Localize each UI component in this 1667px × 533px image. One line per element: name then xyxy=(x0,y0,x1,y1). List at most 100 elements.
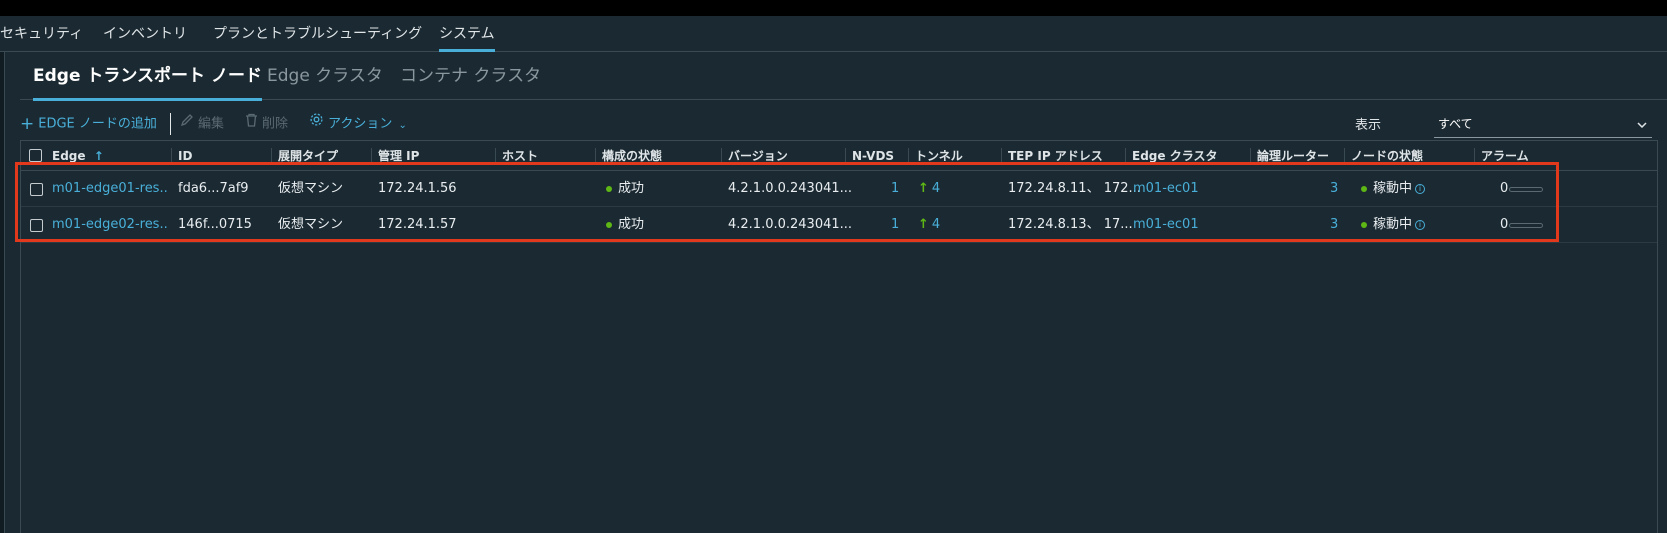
alarm-bar xyxy=(1509,223,1543,228)
edge-name-link[interactable]: m01-edge02-res... xyxy=(52,207,167,243)
main-nav: セキュリティ インベントリ プランとトラブルシューティング システム xyxy=(0,16,1667,52)
col-header-version[interactable]: バージョン xyxy=(728,141,788,171)
success-status-icon xyxy=(606,221,612,228)
tunnel-link[interactable]: ↑ 4 xyxy=(918,207,940,243)
config-state: 成功 xyxy=(606,171,644,207)
col-header-mgmt-ip[interactable]: 管理 IP xyxy=(378,141,419,171)
nav-item-security[interactable]: セキュリティ xyxy=(0,16,83,52)
col-header-nvds[interactable]: N-VDS xyxy=(852,141,894,171)
success-status-icon xyxy=(606,185,612,192)
column-separator[interactable] xyxy=(171,148,172,164)
column-separator[interactable] xyxy=(1001,148,1002,164)
row-checkbox[interactable] xyxy=(30,219,43,232)
chevron-down-icon xyxy=(1636,110,1648,138)
add-edge-node-label: EDGE ノードの追加 xyxy=(38,116,157,132)
show-filter-select[interactable]: すべて xyxy=(1434,110,1652,138)
tunnel-count: 4 xyxy=(931,181,941,196)
table-header: Edge ↑ ID 展開タイプ 管理 IP ホスト 構成の状態 バージョン N-… xyxy=(21,141,1657,171)
col-header-edge-label: Edge xyxy=(52,149,86,163)
sidebar-collapsed xyxy=(0,52,5,533)
column-separator[interactable] xyxy=(1125,148,1126,164)
nvds-count-link[interactable]: 1 xyxy=(891,171,899,207)
edit-label: 編集 xyxy=(198,116,225,132)
table-row[interactable]: m01-edge02-res... 146f...0715 仮想マシン 172.… xyxy=(21,207,1657,243)
nav-item-system[interactable]: システム xyxy=(439,16,495,52)
column-separator[interactable] xyxy=(595,148,596,164)
node-state-label: 稼動中 xyxy=(1373,217,1413,232)
version: 4.2.1.0.0.243041... xyxy=(728,217,853,232)
actions-menu-button[interactable]: アクション ⌄ xyxy=(309,110,407,138)
chevron-down-icon: ⌄ xyxy=(398,119,407,131)
up-status-icon xyxy=(1361,185,1367,192)
config-state: 成功 xyxy=(606,207,644,243)
row-checkbox[interactable] xyxy=(30,183,43,196)
plus-icon: + xyxy=(20,114,35,134)
nvds-count-link[interactable]: 1 xyxy=(891,207,899,243)
trash-icon xyxy=(245,110,258,138)
deploy-type: 仮想マシン xyxy=(278,217,344,232)
show-filter-label: 表示 xyxy=(1355,118,1382,133)
column-separator[interactable] xyxy=(1344,148,1345,164)
nav-item-plan-troubleshoot[interactable]: プランとトラブルシューティング xyxy=(213,16,422,52)
tab-container-clusters[interactable]: コンテナ クラスタ xyxy=(400,52,541,100)
toolbar: + EDGE ノードの追加 編集 削除 アクション ⌄ xyxy=(20,110,1660,138)
pencil-icon xyxy=(180,110,194,138)
table-row[interactable]: m01-edge01-res... fda6...7af9 仮想マシン 172.… xyxy=(21,171,1657,207)
node-state: 稼動中 i xyxy=(1361,171,1426,207)
edge-cluster-link[interactable]: m01-ec01 xyxy=(1133,207,1199,243)
col-header-tunnel[interactable]: トンネル xyxy=(915,141,963,171)
col-header-tep-ip[interactable]: TEP IP アドレス xyxy=(1008,141,1103,171)
config-state-label: 成功 xyxy=(618,217,645,232)
show-filter-value: すべて xyxy=(1438,117,1473,131)
top-black-bar xyxy=(0,0,1667,16)
actions-label: アクション xyxy=(328,116,393,132)
col-header-config-state[interactable]: 構成の状態 xyxy=(602,141,662,171)
col-header-deploy-type[interactable]: 展開タイプ xyxy=(278,141,338,171)
tab-edge-clusters[interactable]: Edge クラスタ xyxy=(267,52,383,100)
info-icon[interactable]: i xyxy=(1415,219,1426,230)
alarm-count: 0 xyxy=(1500,181,1509,196)
column-separator[interactable] xyxy=(908,148,909,164)
column-separator[interactable] xyxy=(495,148,496,164)
logical-router-count-link[interactable]: 3 xyxy=(1330,171,1338,207)
mgmt-ip: 172.24.1.57 xyxy=(378,217,457,232)
column-separator[interactable] xyxy=(271,148,272,164)
edge-id: 146f...0715 xyxy=(178,217,252,232)
col-header-id[interactable]: ID xyxy=(178,141,192,171)
select-all-checkbox[interactable] xyxy=(29,149,42,162)
col-header-edge[interactable]: Edge ↑ xyxy=(52,141,104,171)
column-separator[interactable] xyxy=(845,148,846,164)
delete-label: 削除 xyxy=(262,116,289,132)
sort-ascending-icon: ↑ xyxy=(93,149,104,163)
node-state-label: 稼動中 xyxy=(1373,181,1413,196)
column-separator[interactable] xyxy=(721,148,722,164)
edge-nodes-table: Edge ↑ ID 展開タイプ 管理 IP ホスト 構成の状態 バージョン N-… xyxy=(20,140,1658,533)
column-separator[interactable] xyxy=(1474,148,1475,164)
delete-button[interactable]: 削除 xyxy=(245,110,288,138)
nav-item-inventory[interactable]: インベントリ xyxy=(103,16,187,52)
edit-button[interactable]: 編集 xyxy=(180,110,224,138)
col-header-host[interactable]: ホスト xyxy=(502,141,538,171)
version: 4.2.1.0.0.243041... xyxy=(728,181,853,196)
edge-id: fda6...7af9 xyxy=(178,181,249,196)
col-header-node-state[interactable]: ノードの状態 xyxy=(1351,141,1423,171)
arrow-up-icon: ↑ xyxy=(918,217,929,232)
deploy-type: 仮想マシン xyxy=(278,181,344,196)
sub-tabs: Edge トランスポート ノード Edge クラスタ コンテナ クラスタ xyxy=(20,52,1667,101)
column-separator[interactable] xyxy=(371,148,372,164)
tunnel-link[interactable]: ↑ 4 xyxy=(918,171,940,207)
tep-ip: 172.24.8.13、 17... xyxy=(1008,217,1133,232)
add-edge-node-button[interactable]: + EDGE ノードの追加 xyxy=(20,110,157,138)
up-status-icon xyxy=(1361,221,1367,228)
col-header-edge-cluster[interactable]: Edge クラスタ xyxy=(1132,141,1217,171)
edge-cluster-link[interactable]: m01-ec01 xyxy=(1133,171,1199,207)
col-header-alarm[interactable]: アラーム xyxy=(1481,141,1529,171)
tab-edge-transport-nodes[interactable]: Edge トランスポート ノード xyxy=(33,52,262,101)
column-separator[interactable] xyxy=(1250,148,1251,164)
config-state-label: 成功 xyxy=(618,181,645,196)
col-header-logical-router[interactable]: 論理ルーター xyxy=(1257,141,1329,171)
edge-name-link[interactable]: m01-edge01-res... xyxy=(52,171,167,207)
mgmt-ip: 172.24.1.56 xyxy=(378,181,457,196)
logical-router-count-link[interactable]: 3 xyxy=(1330,207,1338,243)
info-icon[interactable]: i xyxy=(1415,183,1426,194)
